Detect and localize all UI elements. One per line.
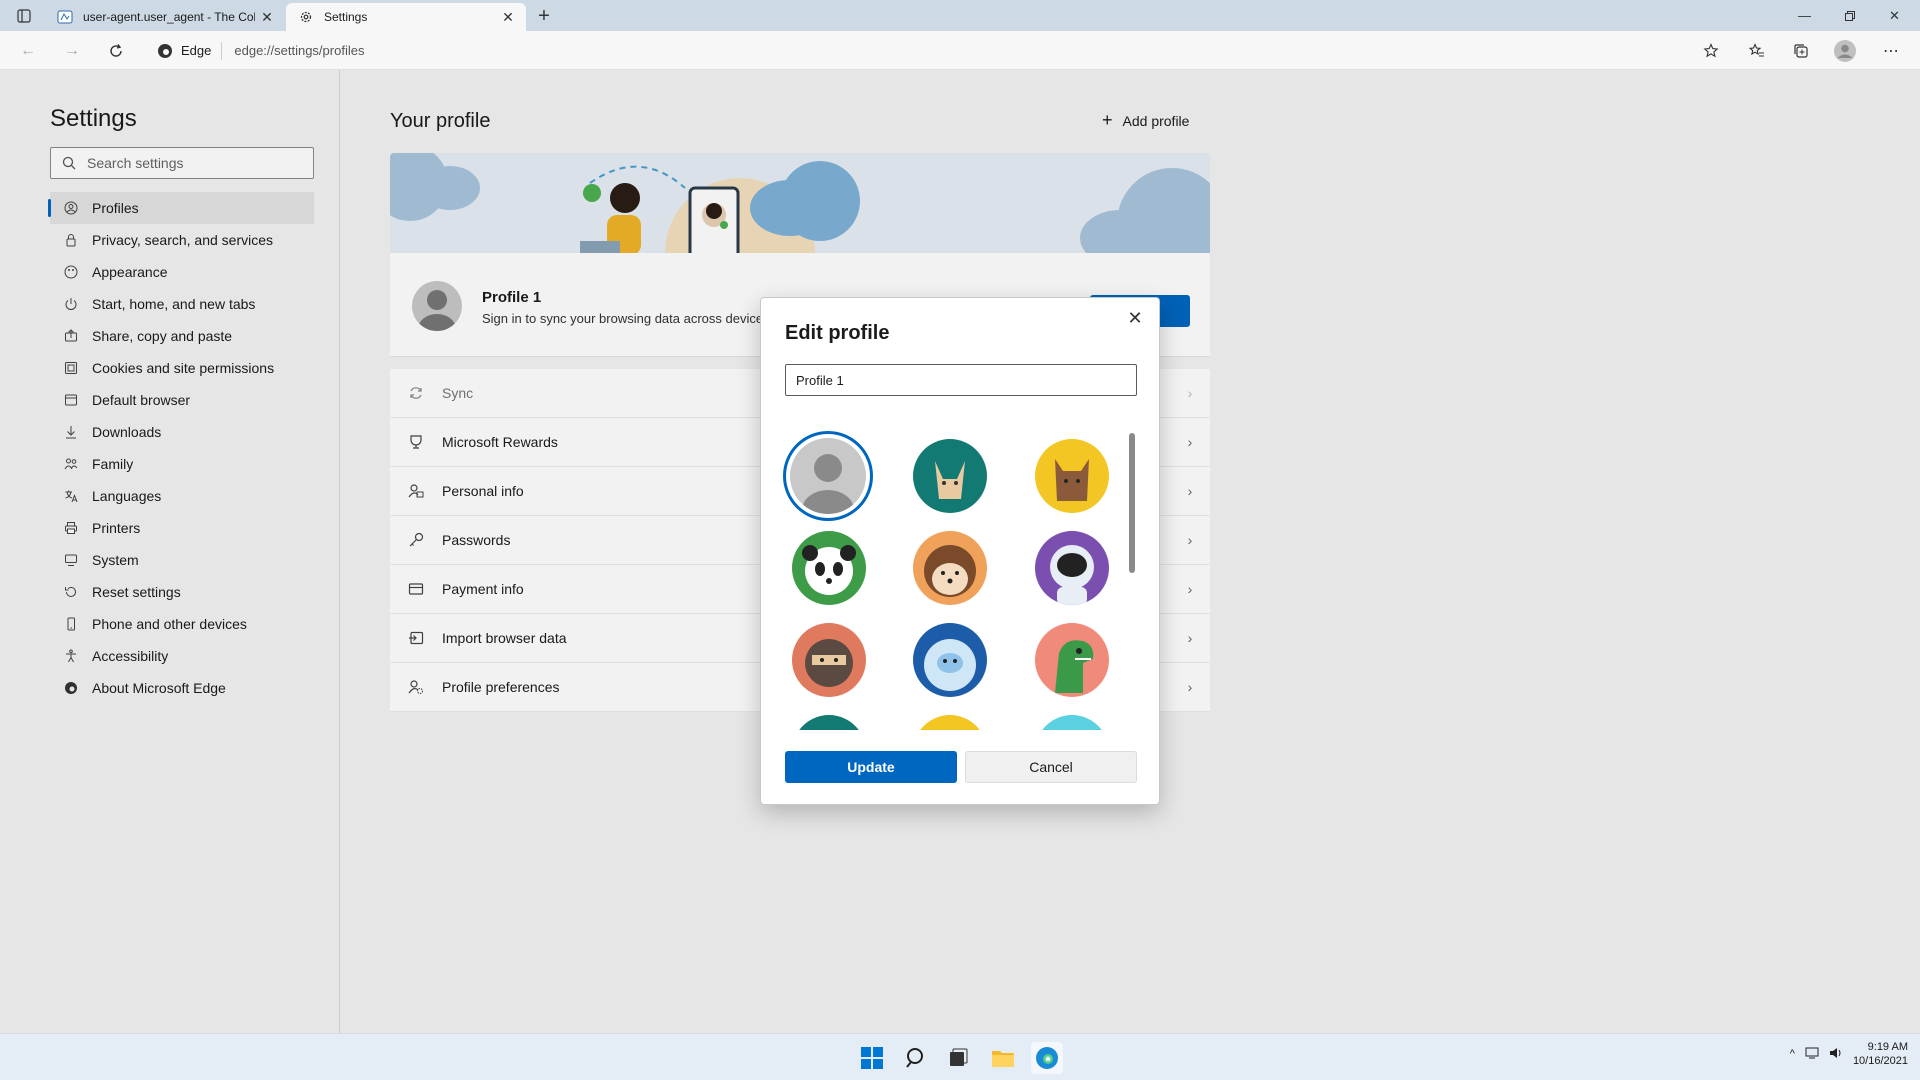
refresh-icon xyxy=(110,44,122,57)
address-bar[interactable]: Edge edge://settings/profiles xyxy=(147,35,1727,66)
default-avatar[interactable] xyxy=(783,431,873,521)
address-toolbar: ← → Edge edge://settings/profiles ⋯ xyxy=(0,31,1920,70)
new-tab-button[interactable]: + xyxy=(530,4,558,28)
network-icon[interactable] xyxy=(1805,1047,1819,1062)
update-button[interactable]: Update xyxy=(785,751,957,783)
volume-icon[interactable] xyxy=(1829,1047,1843,1062)
fox-avatar[interactable] xyxy=(913,439,987,513)
gear-icon xyxy=(298,9,314,25)
file-explorer-icon[interactable] xyxy=(987,1042,1019,1074)
tab-close-icon[interactable]: ✕ xyxy=(255,5,279,29)
edit-profile-dialog: Edit profile ✕ Profile 1 Update Cancel xyxy=(760,297,1160,805)
task-view-icon[interactable] xyxy=(942,1042,974,1074)
url-text: edge://settings/profiles xyxy=(234,43,365,58)
panda-avatar[interactable] xyxy=(792,531,866,605)
teal-avatar[interactable] xyxy=(792,715,866,730)
collections-icon[interactable] xyxy=(1788,38,1814,64)
cancel-button[interactable]: Cancel xyxy=(965,751,1137,783)
favorites-icon[interactable] xyxy=(1744,38,1770,64)
yellow-avatar[interactable] xyxy=(913,715,987,730)
close-icon[interactable]: ✕ xyxy=(1121,304,1149,332)
avatar-picker xyxy=(783,428,1133,730)
more-options-icon[interactable]: ⋯ xyxy=(1878,38,1904,64)
restore-icon xyxy=(1844,10,1855,21)
avatar-scrollbar[interactable] xyxy=(1129,433,1135,573)
edge-chip: Edge xyxy=(147,41,223,60)
title-bar: user-agent.user_agent - The Coll ✕ Setti… xyxy=(0,0,1920,31)
tab-title: Settings xyxy=(324,10,368,24)
hedgehog-avatar[interactable] xyxy=(913,531,987,605)
close-window-button[interactable]: ✕ xyxy=(1872,0,1917,31)
tab-title: user-agent.user_agent - The Coll xyxy=(83,10,255,24)
profile-name-input[interactable] xyxy=(785,364,1137,396)
system-tray: ^ 9:19 AM 10/16/2021 xyxy=(1790,1040,1908,1068)
clock-time: 9:19 AM xyxy=(1867,1041,1908,1053)
start-icon[interactable] xyxy=(856,1042,888,1074)
astronaut-avatar[interactable] xyxy=(1035,531,1109,605)
profile-avatar-icon[interactable] xyxy=(1832,38,1858,64)
search-icon[interactable] xyxy=(900,1042,932,1074)
add-favorite-icon[interactable] xyxy=(1701,41,1721,61)
clock-date: 10/16/2021 xyxy=(1852,1055,1908,1067)
tab-actions-icon xyxy=(17,9,31,23)
clock[interactable]: 9:19 AM 10/16/2021 xyxy=(1853,1040,1908,1068)
tab-user-agent[interactable]: user-agent.user_agent - The Coll ✕ xyxy=(45,3,285,31)
cat-avatar[interactable] xyxy=(1035,439,1109,513)
refresh-button[interactable] xyxy=(102,37,130,65)
ninja-avatar[interactable] xyxy=(792,623,866,697)
cyan-avatar[interactable] xyxy=(1035,715,1109,730)
tab-actions-menu-button[interactable] xyxy=(10,5,38,27)
restore-button[interactable] xyxy=(1827,0,1872,31)
forward-button[interactable]: → xyxy=(58,37,86,65)
back-button[interactable]: ← xyxy=(14,37,42,65)
tab-settings[interactable]: Settings ✕ xyxy=(286,3,526,31)
page-favicon-icon xyxy=(57,9,73,25)
chevron-up-icon[interactable]: ^ xyxy=(1790,1048,1795,1060)
yeti-avatar[interactable] xyxy=(913,623,987,697)
edge-chip-label: Edge xyxy=(181,43,212,58)
edge-taskbar-icon[interactable] xyxy=(1031,1042,1063,1074)
dialog-title: Edit profile xyxy=(785,322,890,344)
dinosaur-avatar[interactable] xyxy=(1035,623,1109,697)
tab-close-icon[interactable]: ✕ xyxy=(496,5,520,29)
edge-icon xyxy=(158,43,172,58)
minimize-button[interactable]: — xyxy=(1782,0,1827,31)
taskbar: ^ 9:19 AM 10/16/2021 xyxy=(0,1033,1920,1080)
